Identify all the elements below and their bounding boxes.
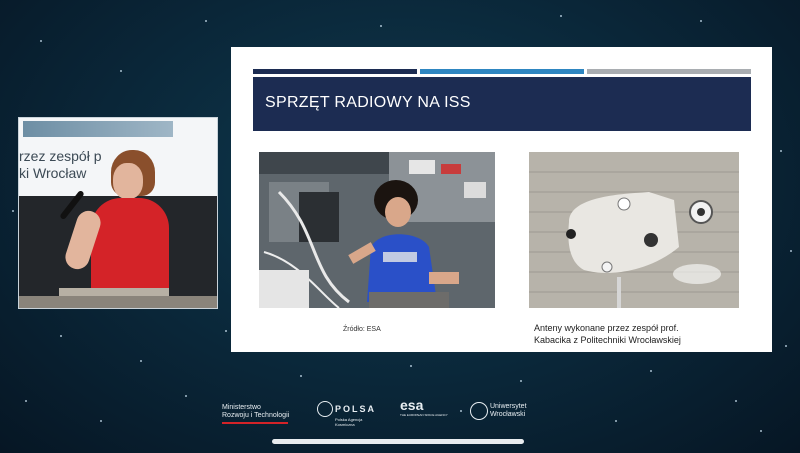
polsa-subtitle: Polska Agencja Kosmiczna [335,417,376,427]
stage-floor [19,296,217,308]
polsa-orbit-icon [317,401,333,417]
antenna-photo [529,152,739,308]
antenna-caption-line2: Kabacika z Politechniki Wrocławskiej [534,335,681,345]
university-line2: Wrocławski [489,411,526,418]
ministry-red-line [222,422,288,424]
presenter-face [113,163,143,199]
stripe-navy [253,69,417,74]
presenter-video: rzez zespół p ki Wrocław [18,117,218,309]
esa-wordmark: esa [400,397,424,413]
slide-top-stripes [253,69,751,74]
university-line1: Uniwersytet [489,403,527,410]
astronaut-photo [259,152,495,308]
polsa-wordmark: POLSA [334,404,376,414]
university-seal-icon [470,402,488,420]
presenter-red-shirt [91,198,169,296]
stripe-blue [420,69,584,74]
university-name: Uniwersytet Wrocławski [490,403,527,419]
ministry-line1: Ministerstwo [222,404,261,411]
esa-subtitle: THE EUROPEAN SPACE AGENCY [400,413,448,417]
screen-header-bar [23,121,173,137]
photo-source-caption: Źródło: ESA [343,326,381,333]
presentation-slide: SPRZĘT RADIOWY NA ISS Źródło: ESA Anteny… [231,47,772,352]
antenna-caption-line1: Anteny wykonane przez zespół prof. [534,323,679,333]
polsa-logo: POLSA Polska Agencja Kosmiczna [317,401,376,427]
ministry-logo: Ministerstwo Rozwoju i Technologii [222,404,289,424]
slide-title: SPRZĘT RADIOWY NA ISS [265,94,471,111]
ministry-line2: Rozwoju i Technologii [222,412,290,419]
antenna-caption: Anteny wykonane przez zespół prof. Kabac… [534,322,681,346]
esa-logo: esa THE EUROPEAN SPACE AGENCY [400,398,448,417]
stripe-gray [587,69,751,74]
slide-title-bar: SPRZĘT RADIOWY NA ISS [253,77,751,131]
university-logo: Uniwersytet Wrocławski [470,402,527,420]
polsa-subtitle-line2: Kosmiczna [335,422,355,427]
home-indicator-bar[interactable] [272,439,524,444]
screen-slide-text: rzez zespół p ki Wrocław [19,148,102,181]
